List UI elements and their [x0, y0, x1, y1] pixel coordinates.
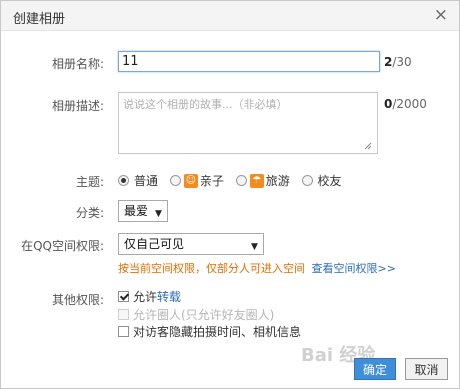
album-description-counter: 0/2000	[384, 97, 427, 111]
permission-hint: 按当前空间权限，仅部分人可进入空间 查看空间权限>>	[118, 260, 396, 276]
close-icon[interactable]: ×	[434, 5, 448, 25]
theme-label: 主题:	[75, 175, 104, 189]
album-name-counter: 2/30	[384, 55, 412, 69]
theme-radio-alumni[interactable]	[301, 175, 313, 186]
view-space-permission-link[interactable]: 查看空间权限>>	[312, 262, 396, 275]
resize-grip-icon[interactable]	[364, 142, 372, 150]
theme-radio-parenting[interactable]	[169, 175, 181, 186]
theme-option-parenting[interactable]: ☺ 亲子	[169, 173, 228, 188]
umbrella-icon: ☂	[249, 173, 264, 188]
allow-repost-checkbox[interactable]	[118, 291, 129, 302]
theme-option-label: 亲子	[199, 174, 224, 188]
cancel-button[interactable]: 取消	[405, 358, 448, 380]
other-permissions-label: 其他权限:	[51, 293, 104, 307]
permission-hint-text: 按当前空间权限，仅部分人可进入空间	[118, 262, 305, 275]
theme-radio-group: 普通 ☺ 亲子 ☂ 旅游 校友	[118, 172, 342, 188]
allow-circle-label: 允许圈人(只允许好友圈人)	[133, 308, 275, 322]
create-album-dialog: 创建相册 × 相册名称: 2/30 相册描述: 0/2000 主题: 普通 ☺亲…	[0, 0, 460, 389]
permission-select-value: 仅自己可见	[124, 237, 185, 251]
album-description-label: 相册描述:	[51, 99, 104, 113]
confirm-button[interactable]: 确定	[354, 358, 396, 380]
qq-space-permission-label: 在QQ空间权限:	[21, 239, 104, 253]
allow-repost-row[interactable]: 允许转载	[118, 288, 181, 305]
theme-option-normal[interactable]: 普通	[118, 173, 162, 188]
album-description-max: /2000	[392, 97, 427, 111]
album-name-max: /30	[392, 55, 412, 69]
hide-info-label: 对访客隐藏拍摄时间、相机信息	[133, 325, 302, 339]
category-select-value: 最爱	[124, 204, 149, 218]
child-icon: ☺	[183, 173, 198, 188]
hide-info-checkbox[interactable]	[118, 326, 129, 337]
permission-select[interactable]: 仅自己可见 ▼	[118, 233, 264, 255]
allow-circle-row: 允许圈人(只允许好友圈人)	[118, 306, 274, 323]
allow-circle-checkbox	[118, 309, 129, 320]
album-name-label: 相册名称:	[51, 57, 104, 71]
theme-radio-travel[interactable]	[235, 175, 247, 186]
album-name-input[interactable]	[118, 51, 380, 72]
dropdown-arrow-icon: ▼	[251, 242, 258, 252]
category-label: 分类:	[75, 206, 104, 220]
album-description-textarea[interactable]	[118, 92, 378, 154]
hide-info-row[interactable]: 对访客隐藏拍摄时间、相机信息	[118, 323, 301, 340]
dropdown-arrow-icon: ▼	[155, 209, 162, 219]
allow-repost-label: 允许转载	[133, 288, 181, 305]
repost-link[interactable]: 转载	[157, 290, 181, 304]
theme-radio-normal[interactable]	[118, 175, 129, 186]
dialog-titlebar: 创建相册 ×	[1, 1, 459, 31]
theme-option-travel[interactable]: ☂ 旅游	[235, 173, 294, 188]
allow-repost-prefix: 允许	[133, 290, 158, 304]
theme-option-alumni[interactable]: 校友	[301, 173, 342, 188]
theme-option-label: 普通	[134, 174, 159, 188]
category-select[interactable]: 最爱 ▼	[118, 200, 168, 222]
theme-option-label: 校友	[317, 174, 342, 188]
dialog-title: 创建相册	[13, 12, 66, 27]
theme-option-label: 旅游	[265, 174, 290, 188]
